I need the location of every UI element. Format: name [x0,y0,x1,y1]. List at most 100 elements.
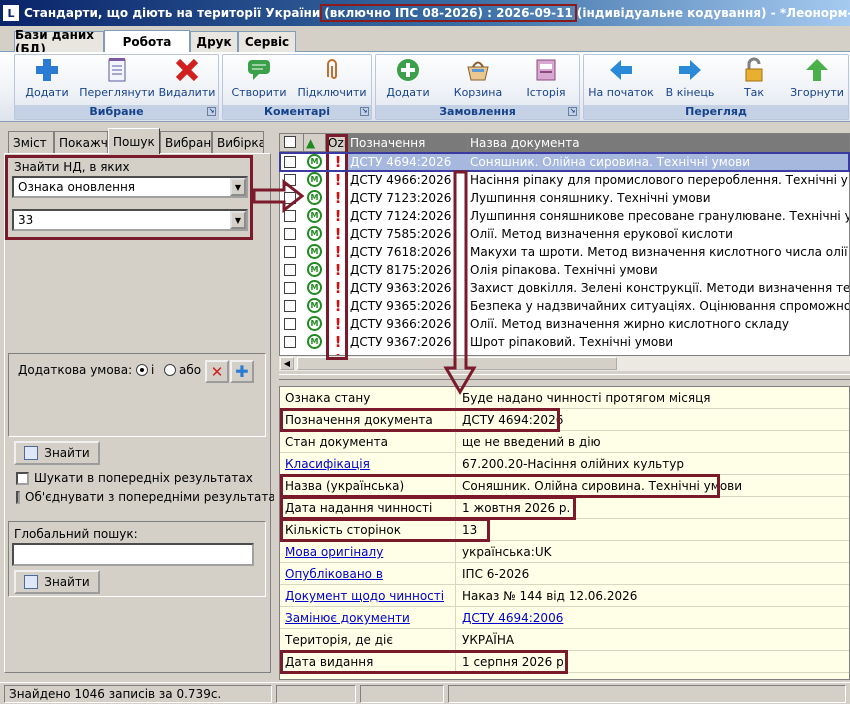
remove-condition-button[interactable]: ✕ [205,360,229,383]
tab-service[interactable]: Сервіс [238,31,296,52]
detail-label[interactable]: Класифікація [280,453,456,475]
row-checkbox[interactable] [284,228,296,240]
header-select-all[interactable] [280,134,304,152]
order-add-button[interactable]: Додати [382,57,434,105]
search-in-previous-checkbox[interactable]: Шукати в попередніх результатах [16,471,253,485]
group-favorites: Додати Переглянути Видалити Вибране ↘ [14,54,219,120]
table-row[interactable]: M! ДСТУ 4966:2026 Насіння ріпаку для проми… [280,171,849,189]
scroll-left-icon[interactable]: ◀ [280,357,294,370]
search-binoculars-icon [24,446,39,460]
table-row[interactable]: M! ДСТУ 7124:2026 Лушпиння соняшникове пре… [280,207,850,225]
left-tab-favorites[interactable]: Вибране [160,131,212,153]
detail-label[interactable]: Замінює документи [280,607,456,629]
splitter[interactable] [279,374,850,380]
comment-attach-button[interactable]: Підключити [297,57,367,105]
row-name: Лушпиння соняшнику. Технічні умови [470,191,711,205]
status-m-icon: M [307,298,322,313]
group-comments: Створити Підключити Коментарі ↘ [222,54,372,120]
header-name[interactable]: Назва документа [468,134,849,152]
detail-label[interactable]: Документ щодо чинності [280,585,456,607]
detail-row: Стан документа ще не введений в дію [280,431,849,453]
value-select-value: 33 [18,213,34,227]
field-select[interactable]: Ознака оновлення ▼ [12,176,248,198]
row-name: Лушпиння соняшникове пресоване гранулюва… [470,209,850,223]
detail-label: Територія, де діє [280,629,456,651]
detail-label: Ознака стану [280,387,456,409]
left-tab-contents[interactable]: Зміст [8,131,54,153]
basket-icon [465,57,491,83]
favorites-add-button[interactable]: Додати [23,57,71,105]
detail-label[interactable]: Опубліковано в [280,563,456,585]
global-search-input[interactable] [12,543,254,566]
detail-value[interactable]: ДСТУ 4694:2006 [462,607,563,629]
status-bar: Знайдено 1046 записів за 0.739с. [0,682,850,704]
row-checkbox[interactable] [284,336,296,348]
tab-work[interactable]: Робота [104,30,190,52]
detail-row: Територія, де діє УКРАЇНА [280,629,849,651]
order-history-button[interactable]: Історія [518,57,574,105]
left-tab-index[interactable]: Покажчик [54,131,108,153]
arrow-right-icon [677,57,703,83]
detail-highlight [280,650,568,674]
tab-print[interactable]: Друк [190,31,238,52]
find-button[interactable]: Знайти [14,441,100,465]
chevron-down-icon[interactable]: ▼ [230,178,246,196]
group-launcher-icon[interactable]: ↘ [360,107,369,116]
table-row[interactable]: M! ДСТУ 7618:2026 Макухи та шроти. Метод в… [280,243,849,261]
table-row[interactable]: M! ДСТУ 9365:2026 Безпека у надзвичайних с… [280,297,850,315]
view-collapse-button[interactable]: Згорнути [788,57,846,105]
history-book-icon [533,57,559,83]
status-pane-3 [360,685,444,703]
details-panel: Ознака стану Буде надано чинності протяго… [279,386,850,680]
table-row[interactable]: M! ДСТУ 9366:2026 Олії. Метод визначення ж… [280,315,849,333]
table-row[interactable]: M! ДСТУ 7585:2026 Олії. Метод визначення е… [280,225,849,243]
favorites-delete-button[interactable]: Видалити [159,57,215,105]
order-cart-button[interactable]: Корзина [448,57,508,105]
row-checkbox[interactable] [284,264,296,276]
row-checkbox[interactable] [284,318,296,330]
radio-or[interactable]: або [164,363,201,377]
selected-row-highlight [279,152,850,172]
row-checkbox[interactable] [284,282,296,294]
status-m-icon: M [307,316,322,331]
detail-row: Класифікація 67.200.20-Насіння олійних ку… [280,453,849,475]
row-checkbox[interactable] [284,246,296,258]
horizontal-scrollbar[interactable]: ◀ [279,355,850,371]
table-row[interactable]: M! ДСТУ 7123:2026 Лушпиння соняшнику. Техн… [280,189,849,207]
table-row[interactable]: M! ДСТУ 8175:2026 Олія ріпакова. Технічні … [280,261,849,279]
table-row[interactable]: M! ДСТУ 9363:2026 Захист довкілля. Зелені … [280,279,849,297]
view-to-start-button[interactable]: На початок [586,57,656,105]
view-yes-button[interactable]: Так [734,57,774,105]
plus-circle-icon [395,57,421,83]
group-launcher-icon[interactable]: ↘ [568,107,577,116]
view-to-end-button[interactable]: В кінець [662,57,718,105]
favorites-view-button[interactable]: Переглянути [79,57,155,105]
tab-databases[interactable]: Бази даних (БД) [14,28,104,56]
grid-header: ▲ Ozi Позначення Назва документа [280,134,849,152]
header-code[interactable]: Позначення [348,134,468,152]
left-tab-selection[interactable]: Вибірка [212,131,264,153]
detail-label[interactable]: Мова оригіналу [280,541,456,563]
header-status[interactable]: ▲ [304,134,326,152]
value-select[interactable]: 33 ▼ [12,209,248,231]
group-comments-caption: Коментарі [263,105,331,118]
comment-create-button[interactable]: Створити [229,57,289,105]
window-title: Стандарти, що діють на території України [24,6,321,20]
group-launcher-icon[interactable]: ↘ [207,107,216,116]
window-title-bar: L Стандарти, що діють на території Украї… [0,0,850,26]
detail-value: Наказ № 144 від 12.06.2026 [462,589,638,603]
status-pane-2 [276,685,356,703]
chevron-down-icon[interactable]: ▼ [230,211,246,229]
radio-and[interactable]: і [136,363,154,377]
row-checkbox[interactable] [284,300,296,312]
global-find-button[interactable]: Знайти [14,570,100,594]
add-condition-button[interactable]: ✚ [230,360,254,383]
plus-icon: ✚ [235,362,249,381]
join-previous-checkbox[interactable]: Об'єднувати з попередніми результатами [16,490,274,504]
left-tab-search[interactable]: Пошук [108,128,160,154]
triangle-icon: ▲ [306,136,316,150]
unlock-icon [741,57,767,83]
ribbon: Додати Переглянути Видалити Вибране ↘ Ств… [0,52,850,122]
table-row[interactable]: M! ДСТУ 9367:2026 Шрот ріпаковий. Технічні… [280,333,849,351]
row-name: Безпека у надзвичайних ситуаціях. Оцінюв… [470,299,850,313]
